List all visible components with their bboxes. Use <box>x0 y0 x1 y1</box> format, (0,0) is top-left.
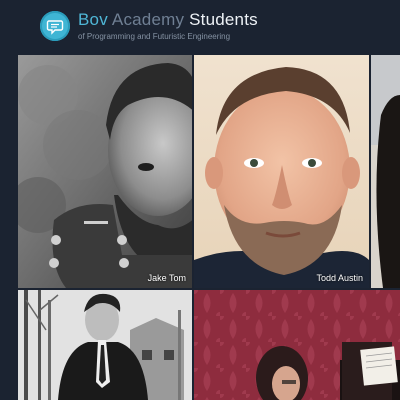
chat-icon <box>46 20 64 35</box>
page-subtitle: of Programming and Futuristic Engineerin… <box>78 32 231 41</box>
student-card[interactable]: Todd Austin <box>194 55 369 288</box>
student-name: Todd Austin <box>316 273 363 283</box>
page-title: Bov Academy Students <box>78 10 258 30</box>
site-header: Bov Academy Students of Programming and … <box>0 0 400 52</box>
title-part-bov: Bov <box>78 10 108 29</box>
logo[interactable] <box>40 11 70 41</box>
student-photo <box>194 55 369 288</box>
title-part-students: Students <box>189 10 258 29</box>
student-grid: Jake Tom Todd Austin <box>18 55 400 400</box>
student-card[interactable] <box>18 290 192 400</box>
student-name: Jake Tom <box>147 273 186 283</box>
student-photo <box>18 290 192 400</box>
student-card[interactable]: Jake Tom <box>18 55 192 288</box>
page: Bov Academy Students of Programming and … <box>0 0 400 400</box>
student-photo <box>371 55 400 288</box>
student-photo <box>194 290 400 400</box>
student-photo <box>18 55 192 288</box>
student-card[interactable] <box>194 290 400 400</box>
title-part-academy: Academy <box>111 10 185 29</box>
student-card[interactable] <box>371 55 400 288</box>
